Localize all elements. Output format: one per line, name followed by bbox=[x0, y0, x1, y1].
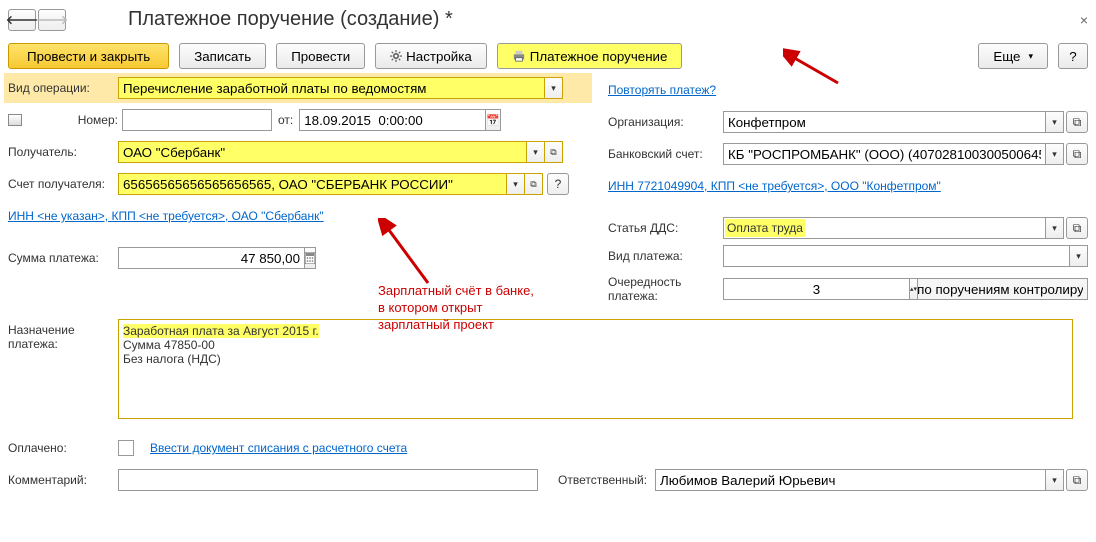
open-icon[interactable]: ⧉ bbox=[1066, 143, 1088, 165]
settings-label: Настройка bbox=[406, 49, 472, 64]
comment-row: Комментарий: Ответственный: ▾ ⧉ bbox=[8, 467, 1088, 493]
bank-account-input[interactable] bbox=[723, 143, 1046, 165]
calc-svg bbox=[305, 252, 315, 264]
repeat-row: Повторять платеж? bbox=[608, 77, 1088, 103]
number-input[interactable] bbox=[122, 109, 272, 131]
purpose-label: Назначение платежа: bbox=[8, 319, 118, 351]
sum-input[interactable] bbox=[118, 247, 305, 269]
number-label: Номер: bbox=[34, 113, 118, 127]
dds-input[interactable] bbox=[723, 217, 1046, 239]
bank-account-label: Банковский счет: bbox=[608, 147, 723, 161]
comment-label: Комментарий: bbox=[8, 473, 118, 487]
spinner-icon[interactable]: ▴▾ bbox=[910, 278, 918, 300]
calendar-icon[interactable]: 📅 bbox=[486, 109, 501, 131]
open-icon[interactable]: ⧉ bbox=[525, 173, 543, 195]
calculator-icon[interactable] bbox=[305, 247, 316, 269]
writeoff-link[interactable]: Ввести документ списания с расчетного сч… bbox=[150, 441, 407, 455]
payment-type-label: Вид платежа: bbox=[608, 249, 723, 263]
comment-input[interactable] bbox=[118, 469, 538, 491]
responsible-label: Ответственный: bbox=[558, 473, 647, 487]
close-icon[interactable]: × bbox=[1080, 12, 1088, 28]
forward-button[interactable]: 🡒 bbox=[38, 9, 66, 31]
recipient-account-row: Счет получателя: ▾ ⧉ ? bbox=[8, 171, 588, 197]
open-icon[interactable]: ⧉ bbox=[545, 141, 563, 163]
inn-sender-row: ИНН <не указан>, КПП <не требуется>, ОАО… bbox=[8, 203, 588, 229]
payment-type-input[interactable] bbox=[723, 245, 1070, 267]
payment-order-label: Платежное поручение bbox=[530, 49, 668, 64]
dropdown-icon[interactable]: ▾ bbox=[1046, 143, 1064, 165]
purpose-textarea[interactable]: Заработная плата за Август 2015 г. Сумма… bbox=[118, 319, 1073, 419]
post-and-close-button[interactable]: Провести и закрыть bbox=[8, 43, 169, 69]
payment-order-button[interactable]: Платежное поручение bbox=[497, 43, 683, 69]
date-from-label: от: bbox=[278, 113, 293, 127]
page-title: Платежное поручение (создание) * bbox=[128, 8, 1080, 31]
paid-label: Оплачено: bbox=[8, 441, 118, 455]
recipient-input[interactable] bbox=[118, 141, 527, 163]
more-button[interactable]: Еще bbox=[978, 43, 1048, 69]
repeat-payment-link[interactable]: Повторять платеж? bbox=[608, 83, 716, 97]
responsible-input[interactable] bbox=[655, 469, 1046, 491]
recipient-account-label: Счет получателя: bbox=[8, 177, 118, 191]
dropdown-icon[interactable]: ▾ bbox=[1046, 469, 1064, 491]
dropdown-icon[interactable]: ▾ bbox=[1070, 245, 1088, 267]
recipient-row: Получатель: ▾ ⧉ bbox=[8, 139, 588, 165]
printer-icon bbox=[512, 50, 526, 62]
recipient-label: Получатель: bbox=[8, 145, 118, 159]
dropdown-icon[interactable]: ▾ bbox=[527, 141, 545, 163]
inn-org-row: ИНН 7721049904, КПП <не требуется>, ООО … bbox=[608, 173, 1088, 199]
dds-label: Статья ДДС: bbox=[608, 221, 723, 235]
purpose-line2: Сумма 47850-00 bbox=[123, 338, 215, 352]
purpose-row: Назначение платежа: Заработная плата за … bbox=[8, 319, 1088, 419]
settings-button[interactable]: Настройка bbox=[375, 43, 487, 69]
org-row: Организация: ▾ ⧉ bbox=[608, 109, 1088, 135]
open-icon[interactable]: ⧉ bbox=[1066, 111, 1088, 133]
operation-row: Вид операции: ▾ bbox=[4, 73, 592, 103]
date-input[interactable] bbox=[299, 109, 486, 131]
purpose-line1: Заработная плата за Август 2015 г. bbox=[123, 324, 319, 338]
dropdown-icon[interactable]: ▾ bbox=[507, 173, 525, 195]
number-row: Номер: от: 📅 bbox=[8, 107, 588, 133]
inn-sender-link[interactable]: ИНН <не указан>, КПП <не требуется>, ОАО… bbox=[8, 209, 324, 223]
help-button[interactable]: ? bbox=[1058, 43, 1088, 69]
back-button[interactable]: 🡐 bbox=[8, 9, 36, 31]
bank-account-row: Банковский счет: ▾ ⧉ bbox=[608, 141, 1088, 167]
paid-checkbox[interactable] bbox=[118, 440, 134, 456]
form-icon[interactable] bbox=[8, 114, 22, 126]
purpose-line3: Без налога (НДС) bbox=[123, 352, 221, 366]
toolbar: Провести и закрыть Записать Провести Нас… bbox=[8, 43, 1088, 69]
sum-row: Сумма платежа: bbox=[8, 245, 588, 271]
priority-num-input[interactable] bbox=[723, 278, 910, 300]
dropdown-icon[interactable]: ▾ bbox=[1046, 217, 1064, 239]
organization-label: Организация: bbox=[608, 115, 723, 129]
dropdown-icon[interactable]: ▾ bbox=[1046, 111, 1064, 133]
recipient-account-input[interactable] bbox=[118, 173, 507, 195]
payment-type-row: Вид платежа: ▾ bbox=[608, 243, 1088, 269]
organization-input[interactable] bbox=[723, 111, 1046, 133]
help-icon[interactable]: ? bbox=[547, 173, 569, 195]
operation-label: Вид операции: bbox=[8, 81, 118, 95]
operation-select[interactable] bbox=[118, 77, 545, 99]
dds-row: Статья ДДС: ▾ ⧉ bbox=[608, 215, 1088, 241]
open-icon[interactable]: ⧉ bbox=[1066, 217, 1088, 239]
paid-row: Оплачено: Ввести документ списания с рас… bbox=[8, 435, 1088, 461]
title-bar: 🡐 🡒 Платежное поручение (создание) * × bbox=[8, 8, 1088, 31]
priority-label: Очередность платежа: bbox=[608, 275, 723, 303]
gear-icon bbox=[390, 50, 402, 62]
save-button[interactable]: Записать bbox=[179, 43, 266, 69]
priority-row: Очередность платежа: ▴▾ bbox=[608, 275, 1088, 303]
sum-label: Сумма платежа: bbox=[8, 251, 118, 265]
inn-org-link[interactable]: ИНН 7721049904, КПП <не требуется>, ООО … bbox=[608, 179, 941, 193]
dropdown-icon[interactable]: ▾ bbox=[545, 77, 563, 99]
open-icon[interactable]: ⧉ bbox=[1066, 469, 1088, 491]
post-button[interactable]: Провести bbox=[276, 43, 365, 69]
